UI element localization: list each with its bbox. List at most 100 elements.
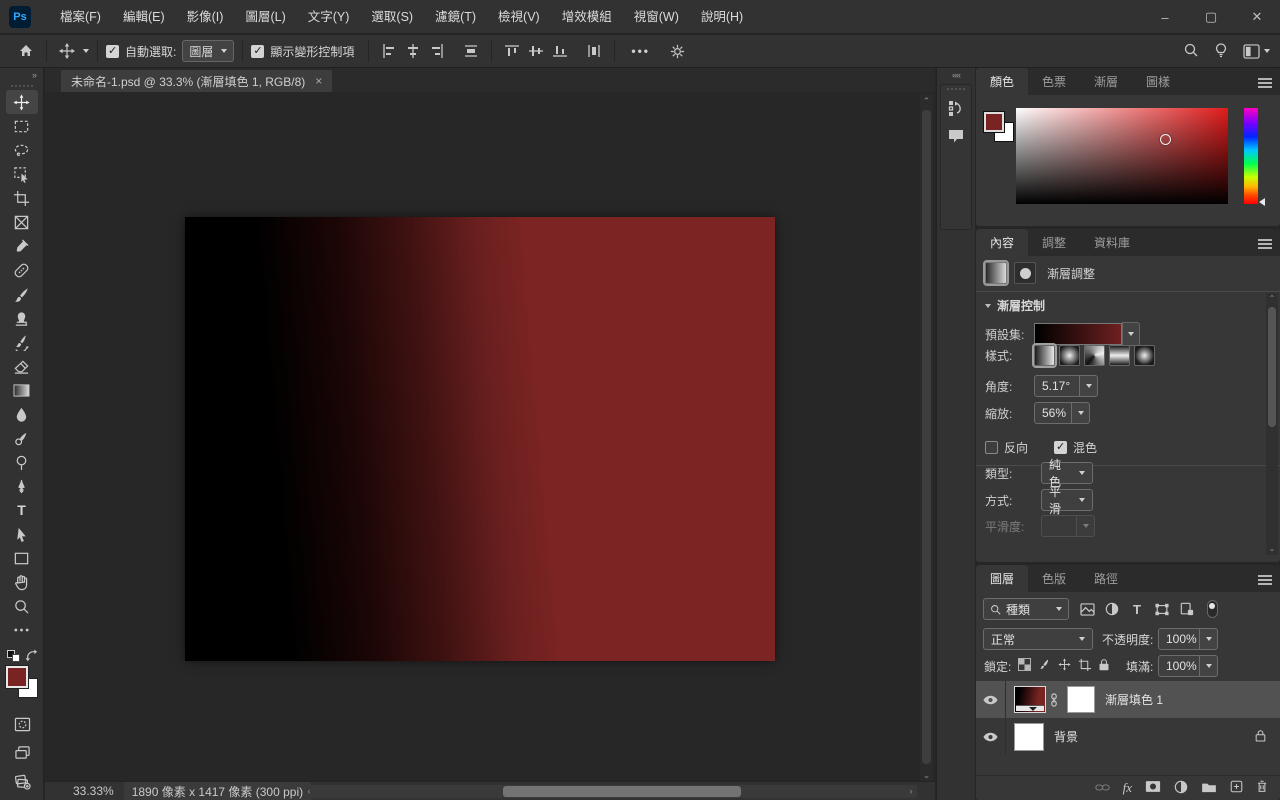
angle-chevron[interactable] xyxy=(1080,375,1098,397)
dither-checkbox[interactable] xyxy=(1054,440,1068,454)
layer-filter-dropdown[interactable]: 種類 xyxy=(983,598,1069,620)
auto-select-dropdown[interactable]: 圖層 xyxy=(182,40,235,62)
vertical-scrollbar[interactable]: ⌃ ⌄ xyxy=(920,94,933,782)
delete-layer-icon[interactable] xyxy=(1256,780,1268,796)
history-brush-tool[interactable] xyxy=(6,330,38,354)
lasso-tool[interactable] xyxy=(6,138,38,162)
align-top-icon[interactable] xyxy=(500,39,524,63)
tab-gradients[interactable]: 漸層 xyxy=(1080,68,1132,95)
reverse-checkbox[interactable] xyxy=(985,441,998,454)
gradient-tool[interactable] xyxy=(6,378,38,402)
distribute-v-icon[interactable] xyxy=(582,39,606,63)
dock-grip[interactable] xyxy=(941,85,971,93)
panel-menu-icon[interactable] xyxy=(1258,573,1272,587)
opacity-chevron[interactable] xyxy=(1200,628,1218,650)
path-selection-tool[interactable] xyxy=(6,522,38,546)
eyedropper-tool[interactable] xyxy=(6,234,38,258)
visibility-eye-icon[interactable] xyxy=(976,681,1006,718)
new-layer-icon[interactable] xyxy=(1230,780,1243,796)
canvas[interactable] xyxy=(185,217,775,661)
visibility-eye-icon[interactable] xyxy=(976,718,1006,755)
move-tool[interactable] xyxy=(5,90,38,114)
menu-plugins[interactable]: 增效模組 xyxy=(551,0,623,34)
tab-swatches[interactable]: 色票 xyxy=(1028,68,1080,95)
comments-icon[interactable] xyxy=(941,123,971,149)
gear-icon[interactable] xyxy=(666,39,690,63)
blend-mode-dropdown[interactable]: 正常 xyxy=(983,628,1093,650)
show-transform-checkbox[interactable] xyxy=(251,44,265,58)
history-icon[interactable] xyxy=(941,95,971,121)
type-dropdown[interactable]: 純色 xyxy=(1041,458,1093,489)
dodge-tool[interactable] xyxy=(6,450,38,474)
close-tab-icon[interactable]: × xyxy=(315,74,322,88)
clone-stamp-tool[interactable] xyxy=(6,306,38,330)
eraser-tool[interactable] xyxy=(6,354,38,378)
properties-scroll-thumb[interactable] xyxy=(1268,307,1276,427)
screen-mode-icon[interactable] xyxy=(6,740,38,764)
tab-layers[interactable]: 圖層 xyxy=(976,565,1029,592)
preset-dropdown-chevron[interactable] xyxy=(1122,322,1140,346)
maximize-button[interactable]: ▢ xyxy=(1188,0,1234,34)
saturation-brightness-field[interactable] xyxy=(1016,108,1228,204)
search-icon[interactable] xyxy=(1183,42,1199,61)
discover-icon[interactable] xyxy=(1213,42,1229,61)
zoom-tool[interactable] xyxy=(6,594,38,618)
share-image-icon[interactable] xyxy=(6,770,38,794)
menu-view[interactable]: 檢視(V) xyxy=(487,0,551,34)
menu-layer[interactable]: 圖層(L) xyxy=(234,0,296,34)
tab-libraries[interactable]: 資料庫 xyxy=(1080,229,1144,256)
object-selection-tool[interactable] xyxy=(6,162,38,186)
style-reflected-button[interactable] xyxy=(1109,344,1130,366)
status-zoom-level[interactable]: 33.33% xyxy=(73,784,114,798)
layer-name[interactable]: 漸層填色 1 xyxy=(1105,691,1163,708)
more-options-icon[interactable]: ••• xyxy=(631,44,650,58)
new-adjustment-icon[interactable] xyxy=(1174,780,1188,797)
hue-slider-pointer[interactable] xyxy=(1259,198,1265,206)
lock-position-icon[interactable] xyxy=(1058,658,1071,674)
menu-help[interactable]: 說明(H) xyxy=(690,0,754,34)
auto-select-checkbox[interactable] xyxy=(106,44,119,58)
document-tab[interactable]: 未命名-1.psd @ 33.3% (漸層填色 1, RGB/8) × xyxy=(61,70,333,92)
scroll-right-icon[interactable]: › xyxy=(905,785,917,798)
align-right-icon[interactable] xyxy=(425,39,449,63)
rectangle-tool[interactable] xyxy=(6,546,38,570)
menu-type[interactable]: 文字(Y) xyxy=(297,0,361,34)
foreground-background-swatches[interactable] xyxy=(4,665,40,704)
new-group-icon[interactable] xyxy=(1201,781,1217,796)
mask-thumbnail[interactable] xyxy=(1014,262,1036,284)
lock-artboard-icon[interactable] xyxy=(1078,658,1091,674)
quick-mask-icon[interactable] xyxy=(6,712,38,736)
color-panel-swatches[interactable] xyxy=(983,111,1018,146)
align-bottom-icon[interactable] xyxy=(548,39,572,63)
horizontal-scrollbar[interactable]: ‹ › xyxy=(303,785,917,798)
panel-menu-icon[interactable] xyxy=(1258,237,1272,251)
tab-patterns[interactable]: 圖樣 xyxy=(1132,68,1184,95)
color-field-cursor[interactable] xyxy=(1160,134,1171,145)
minimize-button[interactable]: – xyxy=(1142,0,1188,34)
align-middle-icon[interactable] xyxy=(524,39,548,63)
tab-channels[interactable]: 色版 xyxy=(1028,565,1080,592)
style-linear-button[interactable] xyxy=(1032,342,1057,368)
rectangular-marquee-tool[interactable] xyxy=(6,114,38,138)
section-collapse-icon[interactable] xyxy=(985,303,991,308)
frame-tool[interactable] xyxy=(6,210,38,234)
link-layers-icon[interactable] xyxy=(1094,781,1110,795)
smoothness-input[interactable] xyxy=(1041,515,1077,537)
angle-input[interactable]: 5.17° xyxy=(1034,375,1080,397)
tab-paths[interactable]: 路徑 xyxy=(1080,565,1132,592)
menu-select[interactable]: 選取(S) xyxy=(360,0,424,34)
layer-mask-thumbnail[interactable] xyxy=(1067,686,1095,713)
smart-object-filter-icon[interactable] xyxy=(1176,599,1198,619)
close-button[interactable]: ✕ xyxy=(1234,0,1280,34)
vertical-scroll-thumb[interactable] xyxy=(922,110,931,764)
collapse-panels-icon[interactable]: «« xyxy=(937,68,975,82)
tab-properties[interactable]: 內容 xyxy=(976,229,1029,256)
distribute-h-icon[interactable] xyxy=(459,39,483,63)
smoothness-chevron[interactable] xyxy=(1077,515,1095,537)
scale-chevron[interactable] xyxy=(1072,402,1090,424)
scroll-down-icon[interactable]: ⌄ xyxy=(920,768,933,782)
menu-image[interactable]: 影像(I) xyxy=(176,0,235,34)
fill-chevron[interactable] xyxy=(1200,655,1218,677)
layer-name[interactable]: 背景 xyxy=(1054,728,1078,745)
fill-input[interactable]: 100% xyxy=(1158,655,1200,677)
